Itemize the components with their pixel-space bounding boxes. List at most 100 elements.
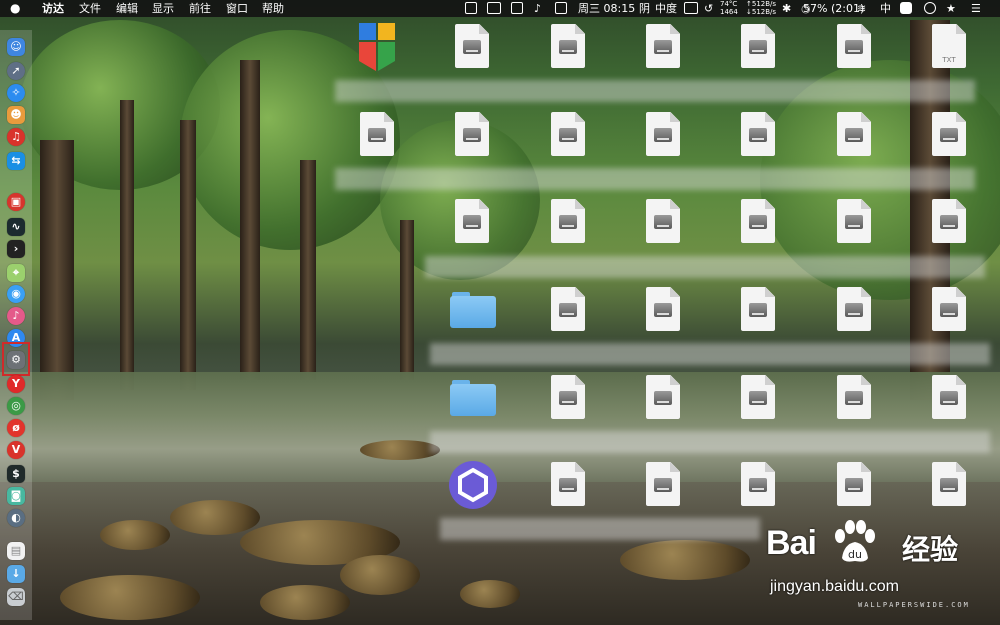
notification-bell-icon[interactable]: ♪ <box>534 0 541 17</box>
sync-icon[interactable]: ↺ <box>704 0 713 17</box>
migration-icon[interactable]: ◐ <box>7 509 25 527</box>
file-icon[interactable] <box>932 462 966 506</box>
folder-icon[interactable] <box>450 380 496 416</box>
baidu-netdisk-icon[interactable]: ▣ <box>7 193 25 211</box>
tree-trunk <box>120 100 134 390</box>
maps-icon[interactable]: ⌖ <box>7 264 25 282</box>
cpu-temp: 74°C <box>720 0 738 8</box>
file-icon[interactable] <box>932 112 966 156</box>
gamepad-icon[interactable] <box>684 2 698 14</box>
status-icon[interactable] <box>465 2 477 14</box>
icon-labels-row <box>440 518 760 540</box>
file-icon[interactable] <box>455 24 489 68</box>
file-icon[interactable] <box>837 462 871 506</box>
file-icon[interactable] <box>837 24 871 68</box>
file-icon[interactable] <box>551 287 585 331</box>
app-icon[interactable] <box>358 23 396 73</box>
yandex-icon[interactable]: Y <box>7 375 25 393</box>
file-icon[interactable] <box>551 199 585 243</box>
menu-help[interactable]: 帮助 <box>262 0 284 17</box>
file-icon[interactable] <box>646 24 680 68</box>
file-icon[interactable] <box>932 375 966 419</box>
weibo-icon[interactable]: ø <box>7 419 25 437</box>
document-icon[interactable]: ▤ <box>7 542 25 560</box>
control-center-icon[interactable]: ☰ <box>971 0 981 17</box>
launchpad-icon[interactable]: ➚ <box>7 62 25 80</box>
rock <box>170 500 260 535</box>
file-icon[interactable] <box>837 199 871 243</box>
safari-icon[interactable]: ✧ <box>7 84 25 102</box>
file-icon[interactable] <box>455 112 489 156</box>
file-icon[interactable] <box>551 112 585 156</box>
contacts-icon[interactable]: ☻ <box>7 106 25 124</box>
wifi-icon[interactable]: ≋ <box>857 0 866 17</box>
wallpaper-credit: WALLPAPERSWIDE.COM <box>858 601 970 609</box>
file-icon[interactable] <box>741 24 775 68</box>
file-icon[interactable] <box>646 287 680 331</box>
itunes-icon[interactable]: ♪ <box>7 307 25 325</box>
file-icon[interactable] <box>932 287 966 331</box>
iterm-icon[interactable]: $ <box>7 465 25 483</box>
file-icon[interactable] <box>741 112 775 156</box>
file-icon[interactable] <box>932 199 966 243</box>
menu-window[interactable]: 窗口 <box>226 0 248 17</box>
rock <box>260 585 350 620</box>
tree-trunk <box>180 120 196 390</box>
file-icon[interactable] <box>551 24 585 68</box>
bluetooth-icon[interactable]: ✱ <box>782 0 791 17</box>
teamviewer-icon[interactable]: ⇆ <box>7 152 25 170</box>
netease-music-icon[interactable]: ♫ <box>7 128 25 146</box>
finder-icon[interactable]: ☺ <box>7 38 25 56</box>
file-icon[interactable] <box>646 199 680 243</box>
display-icon[interactable] <box>487 2 501 14</box>
ime-indicator[interactable]: 中 <box>880 0 891 17</box>
downloads-folder-icon[interactable]: ↓ <box>7 565 25 583</box>
file-icon[interactable] <box>646 375 680 419</box>
qq-icon[interactable]: ◉ <box>7 285 25 303</box>
siri-icon[interactable] <box>924 2 936 14</box>
menu-go[interactable]: 前往 <box>189 0 211 17</box>
app-icon[interactable] <box>448 460 498 510</box>
clock[interactable]: 周三 08:15 <box>578 0 635 17</box>
tree-trunk <box>400 220 414 380</box>
file-icon[interactable] <box>837 112 871 156</box>
file-icon[interactable] <box>360 112 394 156</box>
trash-icon[interactable]: ⌫ <box>7 588 25 606</box>
menu-edit[interactable]: 编辑 <box>116 0 138 17</box>
screenshot-icon[interactable]: ◙ <box>7 487 25 505</box>
file-icon[interactable] <box>551 375 585 419</box>
rock <box>360 440 440 460</box>
file-icon[interactable] <box>837 287 871 331</box>
battery-status[interactable]: 57% (2:01) <box>803 2 864 15</box>
vivaldi-icon[interactable]: V <box>7 441 25 459</box>
file-icon[interactable] <box>741 287 775 331</box>
folder-icon[interactable] <box>450 292 496 328</box>
icon-labels-row <box>430 431 990 453</box>
watermark-brand-cn: 经验 <box>902 533 959 566</box>
file-icon[interactable] <box>455 199 489 243</box>
baidu-jingyan-watermark: Bai du 经验 jingyan.baidu.com <box>760 518 1000 608</box>
input-method[interactable]: 中度 <box>655 0 677 17</box>
file-icon[interactable] <box>646 462 680 506</box>
apple-menu-icon[interactable]: ● <box>10 0 20 17</box>
icon-labels-row <box>430 343 990 365</box>
file-icon[interactable] <box>837 375 871 419</box>
weather[interactable]: 阴 <box>639 0 650 17</box>
file-icon[interactable] <box>646 112 680 156</box>
activity-monitor-icon[interactable]: ∿ <box>7 218 25 236</box>
menu-file[interactable]: 文件 <box>79 0 101 17</box>
terminal-icon[interactable]: › <box>7 240 25 258</box>
txt-file-icon[interactable]: TXT <box>932 24 966 68</box>
file-icon[interactable] <box>741 375 775 419</box>
menu-view[interactable]: 显示 <box>152 0 174 17</box>
notification-center-icon[interactable]: ★ <box>946 0 956 17</box>
file-icon[interactable] <box>741 199 775 243</box>
battery-wrap: 57% (2:01) <box>803 0 864 17</box>
screen-icon[interactable] <box>555 2 567 14</box>
s-app-icon[interactable] <box>900 2 912 14</box>
file-icon[interactable] <box>741 462 775 506</box>
box-icon[interactable] <box>511 2 523 14</box>
app-menu[interactable]: 访达 <box>42 0 64 17</box>
chrome-icon[interactable]: ◎ <box>7 397 25 415</box>
file-icon[interactable] <box>551 462 585 506</box>
